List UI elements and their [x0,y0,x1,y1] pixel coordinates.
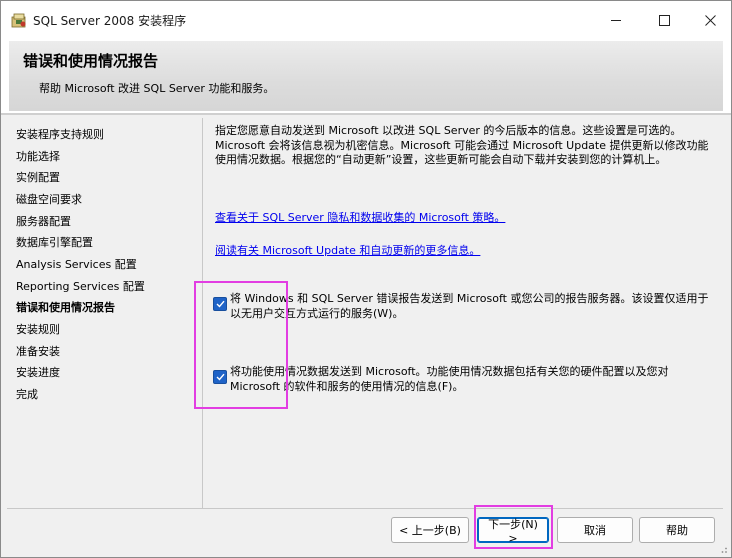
window-title: SQL Server 2008 安装程序 [33,14,187,28]
page-title: 错误和使用情况报告 [23,52,159,70]
nav-item-ready-to-install[interactable]: 准备安装 [16,343,60,359]
nav-item-analysis-services[interactable]: Analysis Services 配置 [16,256,137,272]
error-report-checkbox[interactable] [213,297,227,311]
usage-data-label-line: Microsoft 的软件和服务的使用情况的信息(F)。 [230,379,464,393]
nav-item-db-engine-config[interactable]: 数据库引擎配置 [16,234,93,250]
back-button[interactable]: < 上一步(B) [391,517,469,543]
minimize-button[interactable] [593,1,639,39]
intro-text: 指定您愿意自动发送到 Microsoft 以改进 SQL Server 的今后版… [215,124,715,168]
sql-server-setup-icon [11,13,26,28]
header-divider [1,113,731,115]
resize-grip-icon[interactable] [718,544,728,554]
error-report-label[interactable]: 将 Windows 和 SQL Server 错误报告发送到 Microsoft… [230,292,714,321]
usage-data-label[interactable]: 将功能使用情况数据发送到 Microsoft。功能使用情况数据包括有关您的硬件配… [230,365,714,394]
intro-line: 使用情况数据。根据您的“自动更新”设置，这些更新可能会自动下载并安装到您的计算机… [215,153,667,166]
intro-line: Microsoft 会将该信息视为机密信息。Microsoft 可能会通过 Mi… [215,138,709,152]
main-content: 指定您愿意自动发送到 Microsoft 以改进 SQL Server 的今后版… [203,118,723,508]
nav-item-instance-config[interactable]: 实例配置 [16,169,60,185]
next-button[interactable]: 下一步(N) > [477,517,549,545]
nav-item-feature-selection[interactable]: 功能选择 [16,148,60,164]
nav-item-error-usage-reporting[interactable]: 错误和使用情况报告 [16,299,115,315]
nav-item-install-rules[interactable]: 安装规则 [16,321,60,337]
nav-item-server-config[interactable]: 服务器配置 [16,213,71,229]
checkmark-icon [216,373,225,381]
nav-item-reporting-services[interactable]: Reporting Services 配置 [16,278,145,294]
microsoft-update-link[interactable]: 阅读有关 Microsoft Update 和自动更新的更多信息。 [215,242,480,258]
checkmark-icon [216,300,225,308]
footer-divider [7,508,723,509]
minimize-icon [611,19,621,21]
maximize-button[interactable] [641,1,687,39]
header-banner: 错误和使用情况报告 帮助 Microsoft 改进 SQL Server 功能和… [9,41,723,111]
usage-data-checkbox[interactable] [213,370,227,384]
nav-item-complete[interactable]: 完成 [16,386,38,402]
nav-item-setup-support-rules[interactable]: 安装程序支持规则 [16,126,104,142]
nav-item-install-progress[interactable]: 安装进度 [16,364,60,380]
privacy-policy-link[interactable]: 查看关于 SQL Server 隐私和数据收集的 Microsoft 策略。 [215,209,505,225]
close-icon [704,14,716,26]
step-navigation: 安装程序支持规则 功能选择 实例配置 磁盘空间要求 服务器配置 数据库引擎配置 … [7,118,201,508]
title-bar[interactable]: SQL Server 2008 安装程序 [1,1,731,39]
intro-line: 指定您愿意自动发送到 Microsoft 以改进 SQL Server 的今后版… [215,124,682,137]
setup-window: SQL Server 2008 安装程序 错误和使用情况报告 帮助 Micros… [0,0,732,558]
cancel-button[interactable]: 取消 [557,517,633,543]
error-report-label-line: 以无用户交互方式运行的服务(W)。 [230,306,404,320]
nav-item-disk-space[interactable]: 磁盘空间要求 [16,191,82,207]
help-button[interactable]: 帮助 [639,517,715,543]
close-button[interactable] [687,1,731,39]
maximize-icon [658,14,670,26]
error-report-label-line: 将 Windows 和 SQL Server 错误报告发送到 Microsoft… [230,292,709,305]
page-header: 错误和使用情况报告 帮助 Microsoft 改进 SQL Server 功能和… [1,39,731,115]
page-subtitle: 帮助 Microsoft 改进 SQL Server 功能和服务。 [39,82,275,95]
usage-data-label-line: 将功能使用情况数据发送到 Microsoft。功能使用情况数据包括有关您的硬件配… [230,365,669,378]
